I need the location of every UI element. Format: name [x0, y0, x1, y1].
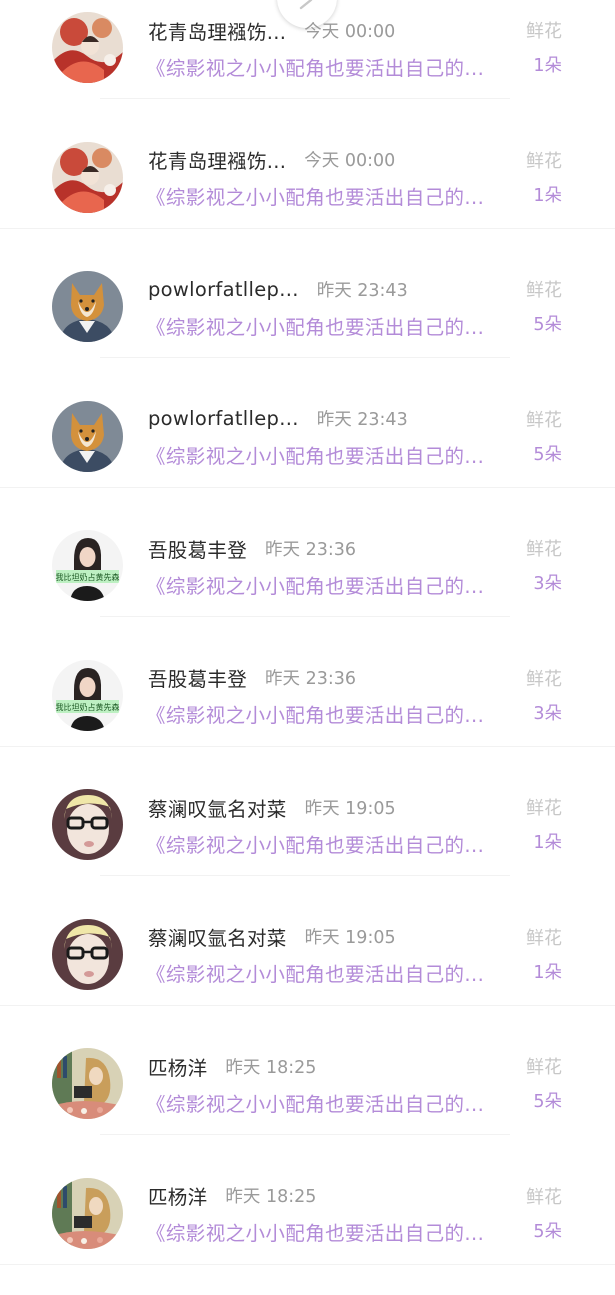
- book-title-link[interactable]: 《综影视之小小配角也要活出自己的...: [146, 1217, 484, 1247]
- gift-type-label: 鲜花: [526, 1183, 562, 1209]
- gift-count: 1朵: [533, 959, 562, 984]
- gift-type-label: 鲜花: [526, 924, 562, 950]
- timestamp: 昨天 18:25: [225, 1054, 316, 1079]
- timestamp: 昨天 19:05: [305, 924, 396, 949]
- book-title-link[interactable]: 《综影视之小小配角也要活出自己的...: [146, 181, 484, 211]
- book-title-link[interactable]: 《综影视之小小配角也要活出自己的...: [146, 310, 484, 340]
- row-header: 吾股葛丰登昨天 23:36: [148, 532, 356, 564]
- gift-count: 5朵: [533, 1088, 562, 1113]
- row-header: 匹杨洋昨天 18:25: [148, 1180, 316, 1212]
- avatar-girl-reading[interactable]: [52, 1048, 123, 1119]
- timestamp: 昨天 18:25: [225, 1183, 316, 1208]
- username[interactable]: powlorfatllep...: [148, 407, 299, 430]
- avatar-girl-sign[interactable]: 我比坦奶占黄先森: [52, 660, 123, 731]
- gift-record-row[interactable]: powlorfatllep... 昨天 23:43 《综影视之小小配角也要活出自己的…: [0, 259, 615, 389]
- row-header: powlorfatllep... 昨天 23:43: [148, 273, 408, 305]
- gift-count: 1朵: [533, 182, 562, 207]
- svg-text:我比坦奶占黄先森: 我比坦奶占黄先森: [56, 702, 120, 712]
- avatar-fantasy-art[interactable]: [52, 12, 123, 83]
- avatar-glasses-man[interactable]: [52, 919, 123, 990]
- gift-count: 3朵: [533, 700, 562, 725]
- gift-count: 5朵: [533, 1218, 562, 1243]
- gift-record-row[interactable]: 我比坦奶占黄先森 吾股葛丰登昨天 23:36 《综影视之小小配角也要活出自己的..…: [0, 518, 615, 648]
- row-divider: [100, 616, 510, 617]
- row-divider: [0, 228, 615, 229]
- username[interactable]: 花青岛理襁饬...: [148, 145, 286, 174]
- gift-record-row[interactable]: 我比坦奶占黄先森 吾股葛丰登昨天 23:36 《综影视之小小配角也要活出自己的..…: [0, 648, 615, 778]
- gift-type-label: 鲜花: [526, 276, 562, 302]
- gift-record-row[interactable]: powlorfatllep... 昨天 23:43 《综影视之小小配角也要活出自己的…: [0, 389, 615, 519]
- timestamp: 昨天 23:36: [265, 665, 356, 690]
- timestamp: 今天 00:00: [304, 18, 395, 43]
- gift-record-row[interactable]: 花青岛理襁饬... 今天 00:00 《综影视之小小配角也要活出自己的... 鲜花 1朵: [0, 130, 615, 260]
- row-divider: [100, 1134, 510, 1135]
- row-divider: [100, 875, 510, 876]
- gift-type-label: 鲜花: [526, 665, 562, 691]
- gift-record-row[interactable]: 蔡澜叹氩名对菜昨天 19:05 《综影视之小小配角也要活出自己的... 鲜花 1朵: [0, 907, 615, 1037]
- gift-type-label: 鲜花: [526, 794, 562, 820]
- timestamp: 今天 00:00: [304, 147, 395, 172]
- avatar-shiba-dog[interactable]: [52, 401, 123, 472]
- timestamp: 昨天 23:43: [317, 406, 408, 431]
- row-divider: [100, 357, 510, 358]
- avatar-girl-sign[interactable]: 我比坦奶占黄先森: [52, 530, 123, 601]
- username[interactable]: 花青岛理襁饬...: [148, 16, 286, 45]
- book-title-link[interactable]: 《综影视之小小配角也要活出自己的...: [146, 51, 484, 81]
- avatar-fantasy-art[interactable]: [52, 142, 123, 213]
- row-header: 蔡澜叹氩名对菜昨天 19:05: [148, 921, 396, 953]
- book-title-link[interactable]: 《综影视之小小配角也要活出自己的...: [146, 440, 484, 470]
- gift-count: 1朵: [533, 829, 562, 854]
- gift-record-row[interactable]: 匹杨洋昨天 18:25 《综影视之小小配角也要活出自己的... 鲜花 5朵: [0, 1166, 615, 1295]
- username[interactable]: 蔡澜叹氩名对菜: [148, 922, 287, 951]
- row-divider: [100, 98, 510, 99]
- gift-record-row[interactable]: 蔡澜叹氩名对菜昨天 19:05 《综影视之小小配角也要活出自己的... 鲜花 1朵: [0, 777, 615, 907]
- gift-count: 3朵: [533, 570, 562, 595]
- username[interactable]: 匹杨洋: [148, 1181, 207, 1210]
- avatar-glasses-man[interactable]: [52, 789, 123, 860]
- username[interactable]: 吾股葛丰登: [148, 663, 247, 692]
- row-header: 蔡澜叹氩名对菜昨天 19:05: [148, 791, 396, 823]
- avatar-shiba-dog[interactable]: [52, 271, 123, 342]
- row-header: 花青岛理襁饬... 今天 00:00: [148, 144, 395, 176]
- username[interactable]: 蔡澜叹氩名对菜: [148, 793, 287, 822]
- book-title-link[interactable]: 《综影视之小小配角也要活出自己的...: [146, 958, 484, 988]
- row-header: 吾股葛丰登昨天 23:36: [148, 662, 356, 694]
- book-title-link[interactable]: 《综影视之小小配角也要活出自己的...: [146, 699, 484, 729]
- row-header: powlorfatllep... 昨天 23:43: [148, 403, 408, 435]
- gift-record-list: 花青岛理襁饬... 今天 00:00 《综影视之小小配角也要活出自己的... 鲜花 1朵…: [0, 0, 615, 1295]
- avatar-girl-reading[interactable]: [52, 1178, 123, 1249]
- row-divider: [0, 746, 615, 747]
- gift-type-label: 鲜花: [526, 406, 562, 432]
- gift-count: 5朵: [533, 311, 562, 336]
- timestamp: 昨天 19:05: [305, 795, 396, 820]
- row-header: 匹杨洋昨天 18:25: [148, 1050, 316, 1082]
- username[interactable]: 匹杨洋: [148, 1052, 207, 1081]
- book-title-link[interactable]: 《综影视之小小配角也要活出自己的...: [146, 828, 484, 858]
- timestamp: 昨天 23:36: [265, 536, 356, 561]
- username[interactable]: powlorfatllep...: [148, 278, 299, 301]
- svg-text:我比坦奶占黄先森: 我比坦奶占黄先森: [56, 572, 120, 582]
- row-divider: [0, 487, 615, 488]
- username[interactable]: 吾股葛丰登: [148, 534, 247, 563]
- gift-type-label: 鲜花: [526, 1053, 562, 1079]
- gift-type-label: 鲜花: [526, 147, 562, 173]
- gift-record-row[interactable]: 花青岛理襁饬... 今天 00:00 《综影视之小小配角也要活出自己的... 鲜花 1朵: [0, 0, 615, 130]
- gift-count: 1朵: [533, 52, 562, 77]
- book-title-link[interactable]: 《综影视之小小配角也要活出自己的...: [146, 1087, 484, 1117]
- row-header: 花青岛理襁饬... 今天 00:00: [148, 14, 395, 46]
- gift-count: 5朵: [533, 441, 562, 466]
- row-divider: [0, 1005, 615, 1006]
- timestamp: 昨天 23:43: [317, 277, 408, 302]
- gift-type-label: 鲜花: [526, 535, 562, 561]
- gift-type-label: 鲜花: [526, 17, 562, 43]
- book-title-link[interactable]: 《综影视之小小配角也要活出自己的...: [146, 569, 484, 599]
- row-divider: [0, 1264, 615, 1265]
- gift-record-row[interactable]: 匹杨洋昨天 18:25 《综影视之小小配角也要活出自己的... 鲜花 5朵: [0, 1036, 615, 1166]
